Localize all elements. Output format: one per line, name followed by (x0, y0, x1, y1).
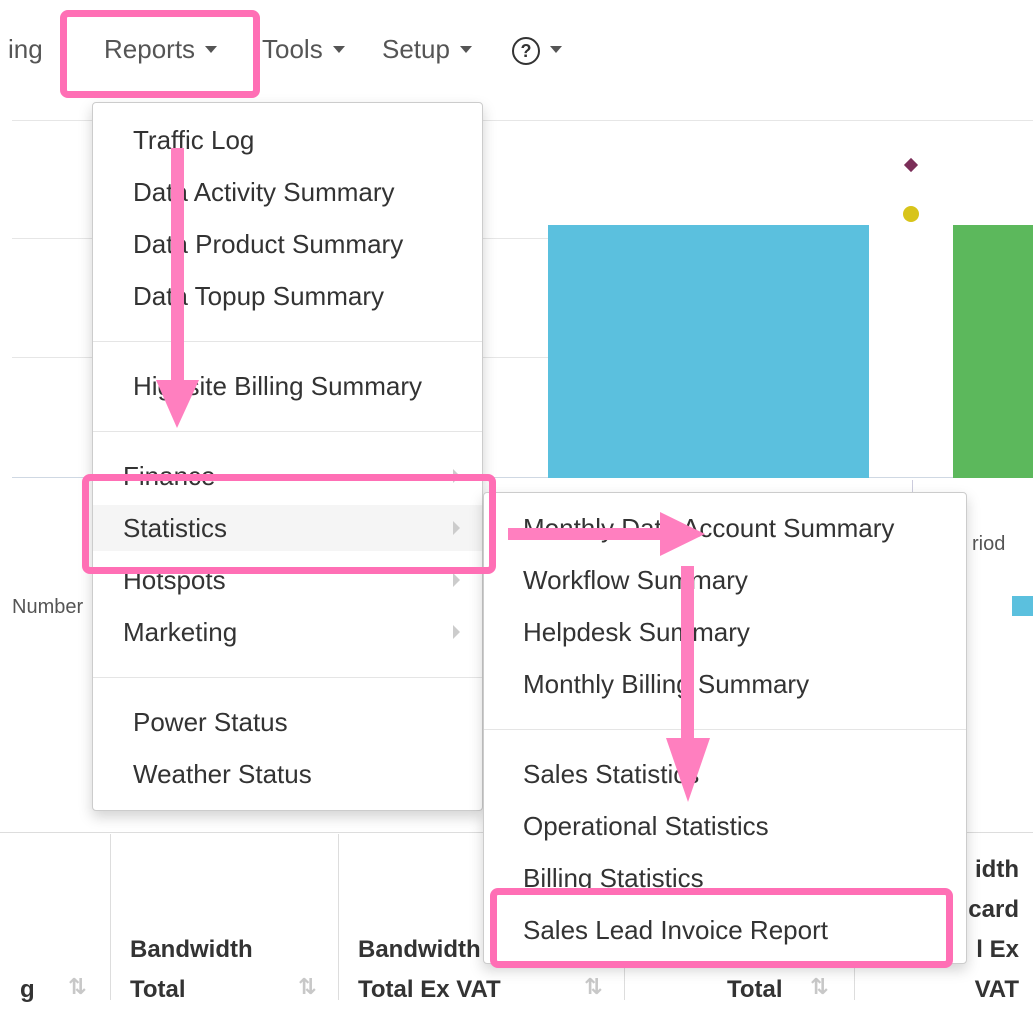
chevron-right-icon (453, 573, 460, 587)
highlight-statistics (82, 474, 496, 574)
table-header-col1[interactable]: g (20, 970, 35, 1010)
nav-setup-label: Setup (382, 34, 450, 64)
header-text: g (20, 976, 35, 1003)
menu-item-label: Monthly Billing Summary (523, 669, 810, 699)
header-text: VAT (974, 976, 1019, 1003)
menu-item-monthly-data-account-summary[interactable]: Monthly Data Account Summary (484, 505, 966, 551)
legend-swatch-blue (1012, 596, 1033, 616)
menu-item-label: Operational Statistics (523, 811, 769, 841)
menu-item-helpdesk-summary[interactable]: Helpdesk Summary (484, 609, 966, 655)
menu-item-operational-statistics[interactable]: Operational Statistics (484, 803, 966, 849)
menu-item-power-status[interactable]: Power Status (93, 699, 482, 745)
highlight-reports (60, 10, 260, 98)
menu-item-label: Workflow Summary (523, 565, 748, 595)
nav-setup[interactable]: Setup (382, 34, 472, 65)
menu-item-data-product-summary[interactable]: Data Product Summary (93, 221, 482, 267)
header-text: Total (727, 976, 783, 1003)
menu-item-marketing[interactable]: Marketing (93, 609, 482, 655)
chevron-right-icon (453, 625, 460, 639)
table-header-col3[interactable]: Bandwidth Total Ex VAT (358, 930, 501, 1010)
menu-item-label: Highsite Billing Summary (133, 371, 422, 401)
highlight-sales-lead-invoice-report (490, 888, 953, 968)
menu-item-label: Marketing (123, 617, 238, 647)
menu-item-label: Traffic Log (133, 125, 255, 155)
menu-item-highsite-billing-summary[interactable]: Highsite Billing Summary (93, 363, 482, 409)
chevron-down-icon (550, 46, 562, 54)
menu-item-workflow-summary[interactable]: Workflow Summary (484, 557, 966, 603)
sort-icon[interactable]: ⇅ (68, 974, 86, 1000)
legend-circle-marker (903, 206, 919, 222)
nav-item-partial[interactable]: ing (8, 34, 43, 65)
table-col-divider (110, 834, 111, 1000)
chart-label-right: riod (972, 533, 1006, 555)
menu-item-label: Power Status (133, 707, 288, 737)
nav-help[interactable]: ? (512, 34, 562, 66)
chevron-down-icon (459, 46, 472, 54)
chevron-down-icon (332, 46, 345, 54)
menu-item-data-topup-summary[interactable]: Data Topup Summary (93, 273, 482, 319)
table-col-divider (338, 834, 339, 1000)
sort-icon[interactable]: ⇅ (298, 974, 316, 1000)
table-header-col4[interactable]: Total (727, 970, 783, 1010)
help-icon: ? (512, 37, 540, 66)
reports-dropdown: Traffic Log Data Activity Summary Data P… (92, 102, 483, 811)
menu-item-label: Weather Status (133, 759, 312, 789)
chart-bar-green (953, 225, 1033, 478)
nav-tools[interactable]: Tools (262, 34, 345, 65)
menu-item-data-activity-summary[interactable]: Data Activity Summary (93, 169, 482, 215)
header-text: Bandwidth (358, 936, 481, 963)
sort-icon[interactable]: ⇅ (584, 974, 602, 1000)
menu-item-traffic-log[interactable]: Traffic Log (93, 117, 482, 163)
chart-label-left: Number (12, 596, 84, 618)
menu-item-sales-statistics[interactable]: Sales Statistics (484, 751, 966, 797)
menu-item-label: Monthly Data Account Summary (523, 513, 895, 543)
menu-item-label: Helpdesk Summary (523, 617, 750, 647)
header-text: Total Ex VAT (358, 976, 501, 1003)
menu-item-label: Data Product Summary (133, 229, 404, 259)
nav-item-partial-label: ing (8, 34, 43, 64)
menu-item-weather-status[interactable]: Weather Status (93, 751, 482, 797)
header-text: Bandwidth (130, 936, 253, 963)
menu-item-label: Sales Statistics (523, 759, 700, 789)
menu-item-label: Data Topup Summary (133, 281, 384, 311)
menu-item-label: Data Activity Summary (133, 177, 395, 207)
header-text: Total (130, 976, 186, 1003)
menu-divider (484, 729, 966, 730)
table-header-col2[interactable]: Bandwidth Total (130, 930, 253, 1010)
menu-item-monthly-billing-summary[interactable]: Monthly Billing Summary (484, 661, 966, 707)
nav-tools-label: Tools (262, 34, 323, 64)
chart-bar-blue (548, 225, 869, 478)
sort-icon[interactable]: ⇅ (810, 974, 828, 1000)
menu-divider (93, 431, 482, 432)
menu-divider (93, 341, 482, 342)
menu-divider (93, 677, 482, 678)
